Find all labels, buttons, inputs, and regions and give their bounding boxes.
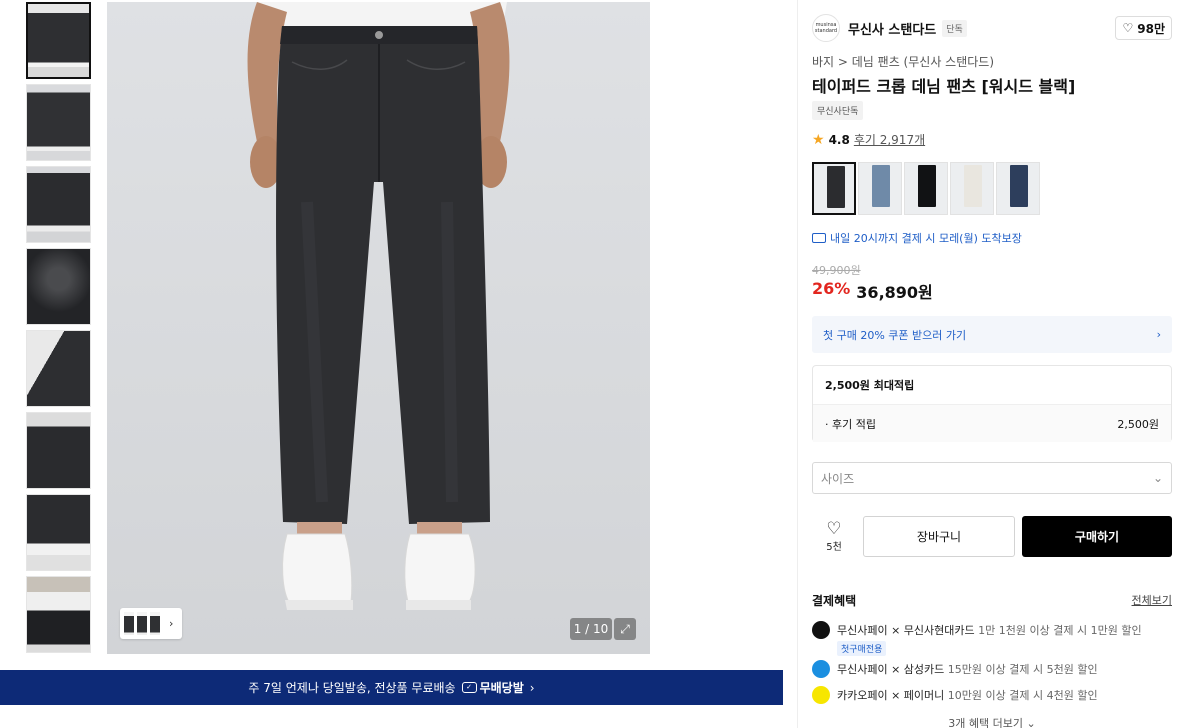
- benefit-item: 무신사페이 × 무신사현대카드 1만 1천원 이상 결제 시 1만원 할인첫구매…: [812, 621, 1172, 656]
- image-strip-toggle[interactable]: ›: [120, 608, 182, 639]
- benefit-item: 카카오페이 × 페이머니 10만원 이상 결제 시 4천원 할인: [812, 686, 1172, 704]
- original-price: 49,900원: [812, 264, 861, 277]
- color-swatches: [812, 162, 1040, 215]
- payment-benefits-header: 결제혜택 전체보기: [812, 592, 1172, 609]
- banner-service: ✓ 무배당발: [461, 679, 524, 696]
- card-logo-icon: [812, 660, 830, 678]
- image-counter: 1 / 10: [570, 618, 612, 640]
- thumb-detail-hem[interactable]: [26, 494, 91, 571]
- delivery-guarantee: 내일 20시까지 결제 시 모레(월) 도착보장: [812, 230, 1022, 246]
- buy-now-button[interactable]: 구매하기: [1022, 516, 1172, 557]
- benefit-desc: 10만원 이상 결제 시 4천원 할인: [947, 689, 1098, 702]
- mini-thumbs: [124, 611, 164, 636]
- chevron-down-icon: ⌄: [1152, 471, 1163, 485]
- points-headline: 2,500원 최대적립: [825, 379, 915, 392]
- points-row-label: · 후기 적립: [825, 417, 876, 431]
- thumb-front-full-2[interactable]: [26, 84, 91, 161]
- coupon-banner[interactable]: 첫 구매 20% 쿠폰 받으러 가기 ›: [812, 316, 1172, 353]
- color-swatch[interactable]: [950, 162, 994, 215]
- view-all-link[interactable]: 전체보기: [1132, 592, 1172, 609]
- rating-row: ★ 4.8 후기 2,917개: [812, 131, 925, 148]
- delivery-truck-icon: [812, 233, 826, 243]
- chevron-right-icon: ›: [169, 617, 174, 630]
- card-logo-icon: [812, 621, 830, 639]
- delivery-text: 내일 20시까지 결제 시 모레(월) 도착보장: [830, 232, 1022, 245]
- exclusive-tag: 무신사단독: [812, 101, 864, 120]
- wishlist-button[interactable]: ♡ 5천: [812, 516, 856, 557]
- benefit-label: 무신사페이 × 삼성카드: [837, 663, 945, 676]
- size-select-placeholder: 사이즈: [821, 471, 855, 486]
- color-swatch[interactable]: [858, 162, 902, 215]
- reviews-link[interactable]: 후기 2,917개: [854, 131, 925, 148]
- card-logo-icon: [812, 686, 830, 704]
- discount-rate: 26%: [812, 279, 851, 298]
- main-product-image[interactable]: [107, 2, 650, 654]
- star-icon: ★: [812, 131, 825, 148]
- points-box: 2,500원 최대적립 · 후기 적립 2,500원: [812, 365, 1172, 442]
- swatch-image: [872, 165, 890, 207]
- thumb-detail-waist[interactable]: [26, 248, 91, 325]
- swatch-image: [827, 166, 845, 208]
- more-benefits-button[interactable]: 3개 혜택 더보기 ⌄: [812, 715, 1172, 728]
- brand-like-button[interactable]: ♡ 98만: [1115, 16, 1172, 40]
- color-swatch[interactable]: [812, 162, 856, 215]
- benefit-label: 무신사페이 × 무신사현대카드: [837, 624, 975, 637]
- jeans-photo: [247, 2, 510, 610]
- thumb-model-street[interactable]: [26, 576, 91, 653]
- heart-icon: ♡: [1122, 21, 1134, 35]
- banner-text: 주 7일 언제나 당일발송, 전상품 무료배송: [248, 681, 456, 695]
- thumb-detail-pocket[interactable]: [26, 330, 91, 407]
- swatch-image: [918, 165, 936, 207]
- panel-divider: [797, 0, 798, 728]
- thumbnail-list: [26, 2, 93, 658]
- banner-service-label: 무배당발: [479, 681, 524, 695]
- swatch-image: [964, 165, 982, 207]
- benefit-label: 카카오페이 × 페이머니: [837, 689, 945, 702]
- payment-benefits-title: 결제혜택: [812, 594, 857, 608]
- benefit-desc: 15만원 이상 결제 시 5천원 할인: [947, 663, 1098, 676]
- wishlist-count: 5천: [826, 541, 842, 553]
- breadcrumb[interactable]: 바지 > 데님 팬츠 (무신사 스탠다드): [812, 53, 994, 70]
- thumb-detail-back[interactable]: [26, 412, 91, 489]
- delivery-truck-icon: ✓: [461, 682, 477, 693]
- brand-exclusive-badge: 단독: [942, 19, 967, 37]
- add-to-cart-button[interactable]: 장바구니: [863, 516, 1015, 557]
- rating-score: 4.8: [828, 132, 850, 147]
- points-row-value: 2,500원: [1117, 417, 1159, 431]
- benefit-item: 무신사페이 × 삼성카드 15만원 이상 결제 시 5천원 할인: [812, 660, 1172, 678]
- brand-name[interactable]: 무신사 스탠다드: [848, 19, 936, 38]
- coupon-text: 첫 구매 20% 쿠폰 받으러 가기: [823, 328, 967, 342]
- sale-price: 36,890원: [856, 283, 933, 302]
- shipping-banner[interactable]: 주 7일 언제나 당일발송, 전상품 무료배송 ✓ 무배당발 ›: [0, 670, 783, 705]
- brand-logo[interactable]: musinsa standard: [812, 14, 840, 42]
- color-swatch[interactable]: [904, 162, 948, 215]
- chevron-right-icon: ›: [529, 680, 535, 695]
- swatch-image: [1010, 165, 1028, 207]
- points-row: · 후기 적립 2,500원: [813, 404, 1171, 442]
- like-count: 98만: [1137, 21, 1165, 36]
- color-swatch[interactable]: [996, 162, 1040, 215]
- price-row: 26% 36,890원: [812, 279, 933, 303]
- benefit-tag: 첫구매전용: [837, 641, 887, 656]
- thumb-front-side[interactable]: [26, 166, 91, 243]
- heart-icon: ♡: [826, 518, 842, 539]
- brand-row: musinsa standard 무신사 스탠다드 단독 ♡ 98만: [812, 14, 1172, 42]
- product-title: 테이퍼드 크롭 데님 팬츠 [워시드 블랙]: [812, 77, 1076, 96]
- benefit-desc: 1만 1천원 이상 결제 시 1만원 할인: [978, 624, 1142, 637]
- chevron-right-icon: ›: [1156, 328, 1161, 341]
- thumb-front-full[interactable]: [26, 2, 91, 79]
- size-select[interactable]: 사이즈 ⌄: [812, 462, 1172, 494]
- purchase-actions: ♡ 5천 장바구니 구매하기: [812, 516, 1172, 557]
- expand-icon[interactable]: ⤢: [614, 618, 636, 640]
